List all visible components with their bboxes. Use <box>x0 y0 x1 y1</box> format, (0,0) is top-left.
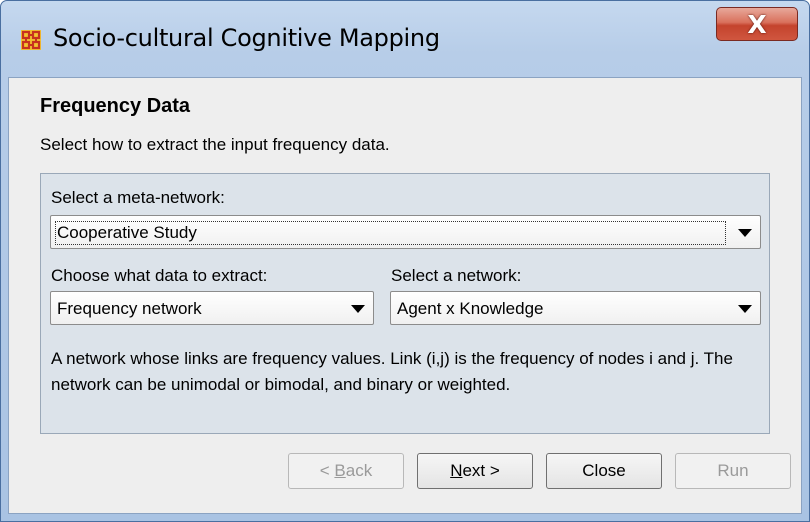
extract-label: Choose what data to extract: <box>51 266 268 285</box>
back-button-rest: ack <box>345 461 373 480</box>
back-button-prefix: < <box>319 461 335 480</box>
title-bar[interactable]: Socio-cultural Cognitive Mapping X <box>1 1 809 77</box>
close-button-label: Close <box>582 461 626 480</box>
next-button-rest: ext > <box>462 461 500 480</box>
meta-network-select[interactable]: Cooperative Study <box>50 215 761 249</box>
next-button[interactable]: Next > <box>417 453 533 489</box>
page-subheading: Select how to extract the input frequenc… <box>40 135 390 154</box>
extract-description: A network whose links are frequency valu… <box>51 349 733 394</box>
network-select[interactable]: Agent x Knowledge <box>390 291 761 325</box>
ora-app-icon <box>21 30 41 50</box>
window-title: Socio-cultural Cognitive Mapping <box>53 24 440 52</box>
back-button-mnemonic: B <box>334 461 346 480</box>
close-button[interactable]: Close <box>546 453 662 489</box>
next-button-mnemonic: N <box>450 461 463 480</box>
chevron-down-icon <box>738 229 752 237</box>
meta-network-value: Cooperative Study <box>55 221 726 245</box>
network-label: Select a network: <box>391 266 522 285</box>
window-close-button[interactable]: X <box>716 7 798 41</box>
dialog-content: Frequency Data Select how to extract the… <box>8 77 802 514</box>
chevron-down-icon <box>351 305 365 313</box>
chevron-down-icon <box>738 305 752 313</box>
options-panel: Select a meta-network: Cooperative Study… <box>40 173 770 434</box>
meta-network-label: Select a meta-network: <box>51 188 225 207</box>
extract-data-select[interactable]: Frequency network <box>50 291 374 325</box>
run-button[interactable]: Run <box>675 453 791 489</box>
back-button[interactable]: < Back <box>288 453 404 489</box>
page-heading: Frequency Data <box>40 95 191 117</box>
close-icon: X <box>747 9 767 39</box>
dialog-window: Socio-cultural Cognitive Mapping X Frequ… <box>0 0 810 522</box>
run-button-label: Run <box>717 461 749 480</box>
extract-data-value: Frequency network <box>57 299 202 318</box>
network-value: Agent x Knowledge <box>397 299 544 318</box>
